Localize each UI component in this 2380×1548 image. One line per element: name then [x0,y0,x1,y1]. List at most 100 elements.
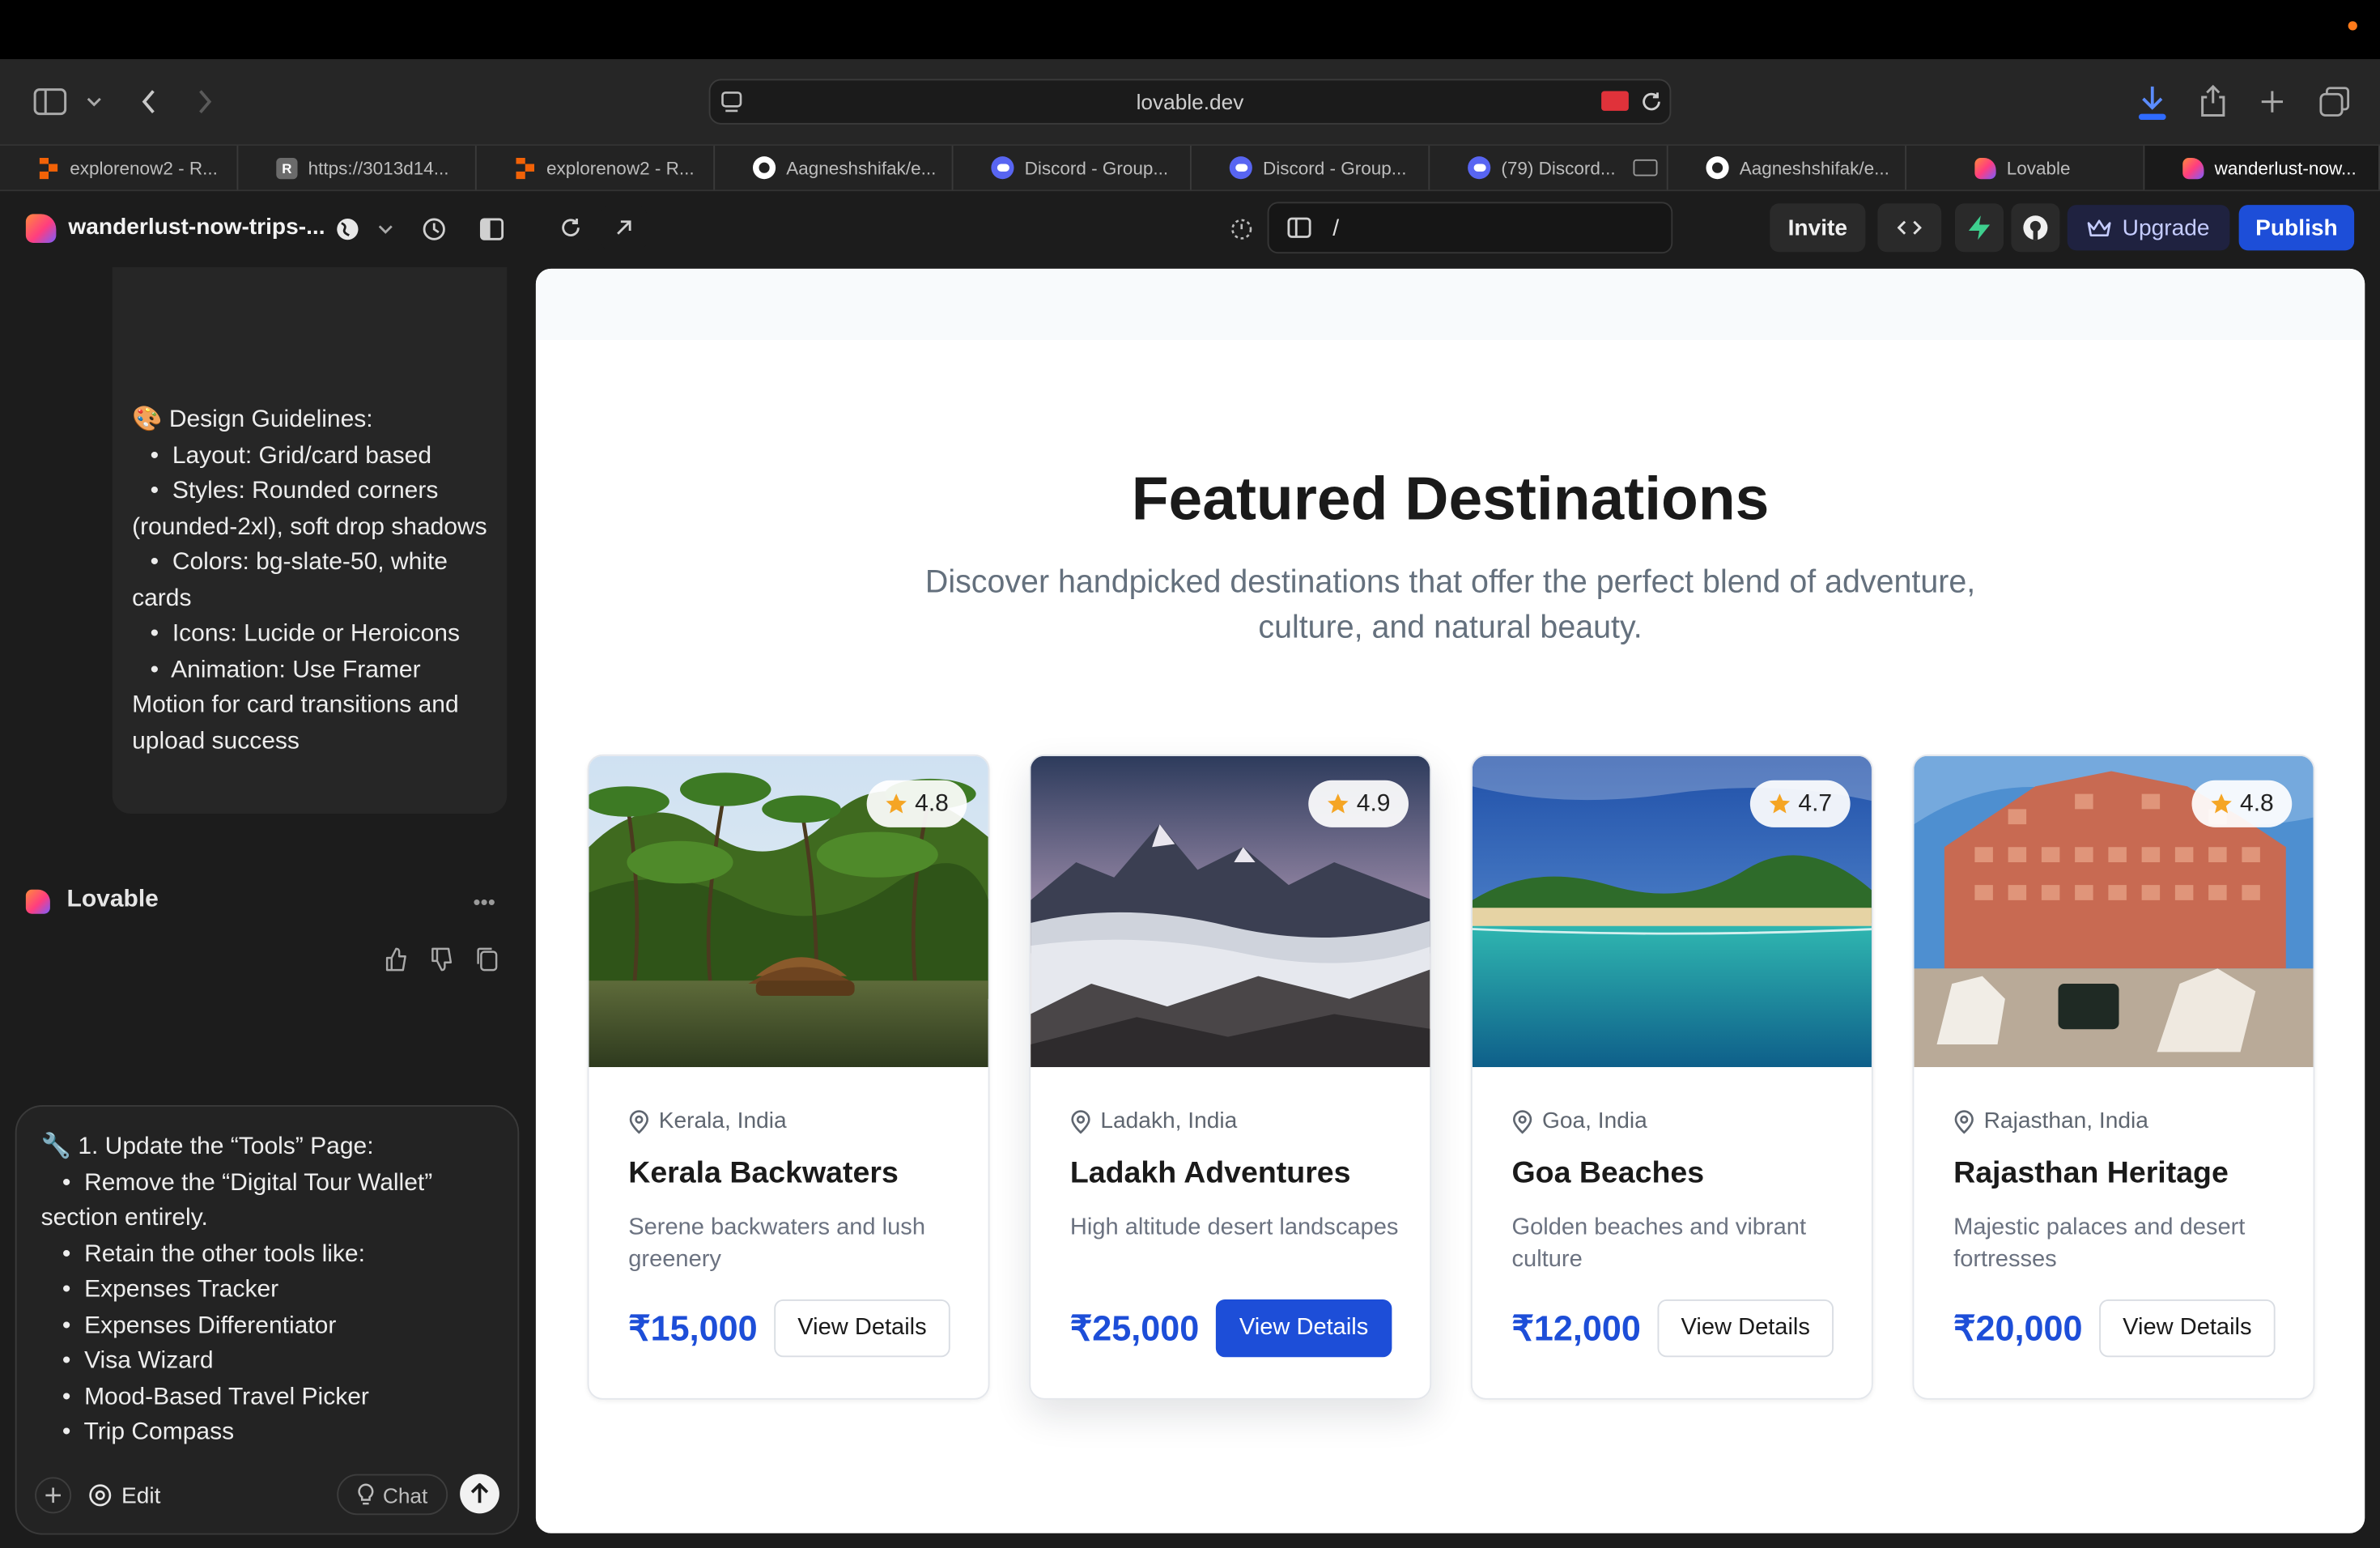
browser-tab[interactable]: Aagneshshifak/e... [1668,146,1906,190]
upgrade-button[interactable]: Upgrade [2067,205,2230,251]
browser-tab[interactable]: Aagneshshifak/e... [715,146,954,190]
tab-label: (79) Discord... [1501,157,1616,179]
destination-price: ₹25,000 [1069,1308,1200,1348]
section-heading: Featured Destinations [1131,466,1770,534]
supabase-button[interactable] [1955,203,2004,253]
composer-item: • Retain the other tools like: [62,1240,365,1267]
edit-mode-button[interactable]: Edit [88,1478,160,1512]
view-details-button[interactable]: View Details [774,1299,950,1358]
more-options-icon[interactable]: ••• [469,890,499,914]
destination-card[interactable]: 4.8 Kerala, India Kerala Backwaters Sere… [587,754,990,1400]
menu-bar-strip [0,0,2380,60]
discord-icon [1229,156,1252,180]
replit-icon [515,157,536,179]
replit-icon [38,157,59,179]
tab-label: Lovable [2006,157,2071,179]
assistant-name: Lovable [66,887,159,912]
tab-label: wanderlust-now... [2214,157,2357,179]
new-tab-icon[interactable] [2257,87,2288,117]
back-icon[interactable] [135,87,163,117]
forward-icon[interactable] [191,87,219,117]
tab-overview-icon[interactable] [2318,85,2351,118]
url-text: lovable.dev [1136,89,1244,114]
invite-button[interactable]: Invite [1770,203,1866,253]
view-details-button[interactable]: View Details [1657,1299,1834,1358]
destination-card[interactable]: 4.8 Rajasthan, India Rajasthan Heritage … [1912,754,2315,1400]
location-text: Kerala, India [658,1108,787,1134]
star-icon [2210,793,2232,814]
destination-card[interactable]: 4.7 Goa, India Goa Beaches Golden beache… [1470,754,1873,1400]
tab-label: Aagneshshifak/e... [786,157,937,179]
destination-description: Serene backwaters and lush greenery [628,1214,925,1273]
chat-mode-button[interactable]: Chat [337,1474,448,1516]
downloads-icon[interactable] [2136,82,2169,121]
lightbulb-icon [358,1483,374,1505]
browser-tab[interactable]: explorenow2 - R... [477,146,716,190]
attach-button[interactable] [35,1477,72,1514]
arrow-up-icon [470,1482,489,1503]
plus-icon [45,1487,61,1503]
composer-item: • Expenses Tracker [62,1276,279,1303]
rating-badge: 4.7 [1749,780,1851,827]
thumbs-down-icon[interactable] [428,946,456,973]
lovable-logo-icon[interactable] [25,214,57,243]
tab-label: explorenow2 - R... [70,157,218,179]
code-view-button[interactable] [1877,203,1942,253]
star-icon [1327,793,1349,814]
github-button[interactable] [2011,203,2060,253]
history-icon[interactable] [419,214,450,245]
tab-bar: explorenow2 - R... Rhttps://3013d14... e… [0,144,2380,192]
star-icon [1769,793,1790,814]
route-path-bar[interactable]: / [1267,202,1673,254]
rating-badge: 4.8 [2191,780,2293,827]
destination-image-ladakh: 4.9 [1031,755,1430,1068]
open-external-button[interactable] [601,205,647,251]
location: Rajasthan, India [1953,1108,2148,1134]
reload-icon[interactable] [1639,88,1664,116]
browser-tab[interactable]: Rhttps://3013d14... [238,146,477,190]
preview-refresh-button[interactable] [547,205,594,251]
destination-card[interactable]: 4.9 Ladakh, India Ladakh Adventures High… [1029,754,1432,1400]
panel-toggle-icon[interactable] [477,214,508,245]
destination-name: Rajasthan Heritage [1953,1156,2229,1190]
browser-tab[interactable]: (79) Discord... [1430,146,1668,190]
browser-tab[interactable]: Lovable [1906,146,2145,190]
timer-icon[interactable] [1226,214,1257,245]
browser-tab[interactable]: Discord - Group... [1192,146,1430,190]
tab-label: https://3013d14... [308,157,449,179]
r-icon: R [276,157,298,179]
browser-tab[interactable]: Discord - Group... [954,146,1192,190]
guideline-item: • Styles: Rounded corners (rounded-2xl),… [132,478,487,540]
destination-description: Golden beaches and vibrant culture [1511,1214,1807,1273]
thumbs-up-icon[interactable] [383,946,410,973]
composer-input-text[interactable]: 🔧 1. Update the “Tools” Page: • Remove t… [41,1129,497,1451]
view-details-button[interactable]: View Details [1215,1299,1392,1358]
screen-record-icon[interactable] [1601,91,1629,111]
guideline-item: • Animation: Use Framer Motion for card … [132,656,459,754]
view-details-button[interactable]: View Details [2099,1299,2276,1358]
chevron-down-icon[interactable] [83,91,104,113]
destination-price: ₹15,000 [628,1308,758,1348]
external-link-icon [617,220,631,235]
composer-item: • Trip Compass [62,1419,235,1445]
audio-tab-icon [1633,159,1658,176]
rating-value: 4.7 [1798,789,1833,816]
browser-tab-active[interactable]: wanderlust-now... [2144,146,2380,190]
page-menu-icon[interactable] [720,90,744,114]
copy-icon[interactable] [474,946,501,973]
project-title[interactable]: wanderlust-now-trips-... [68,214,325,240]
share-icon[interactable] [2198,82,2229,118]
tab-label: explorenow2 - R... [546,157,695,179]
location: Kerala, India [628,1108,787,1134]
sidebar-toggle-icon[interactable] [32,85,68,118]
globe-icon[interactable] [334,215,362,243]
guidelines-title: 🎨 Design Guidelines: [132,406,373,433]
tab-label: Discord - Group... [1263,157,1407,179]
send-button[interactable] [460,1474,499,1514]
address-bar[interactable]: lovable.dev [708,79,1672,125]
destination-image-goa: 4.7 [1472,755,1872,1068]
browser-tab[interactable]: explorenow2 - R... [0,146,239,190]
chevron-down-icon[interactable] [375,220,396,239]
publish-button[interactable]: Publish [2238,205,2355,251]
rating-value: 4.8 [2240,789,2274,816]
